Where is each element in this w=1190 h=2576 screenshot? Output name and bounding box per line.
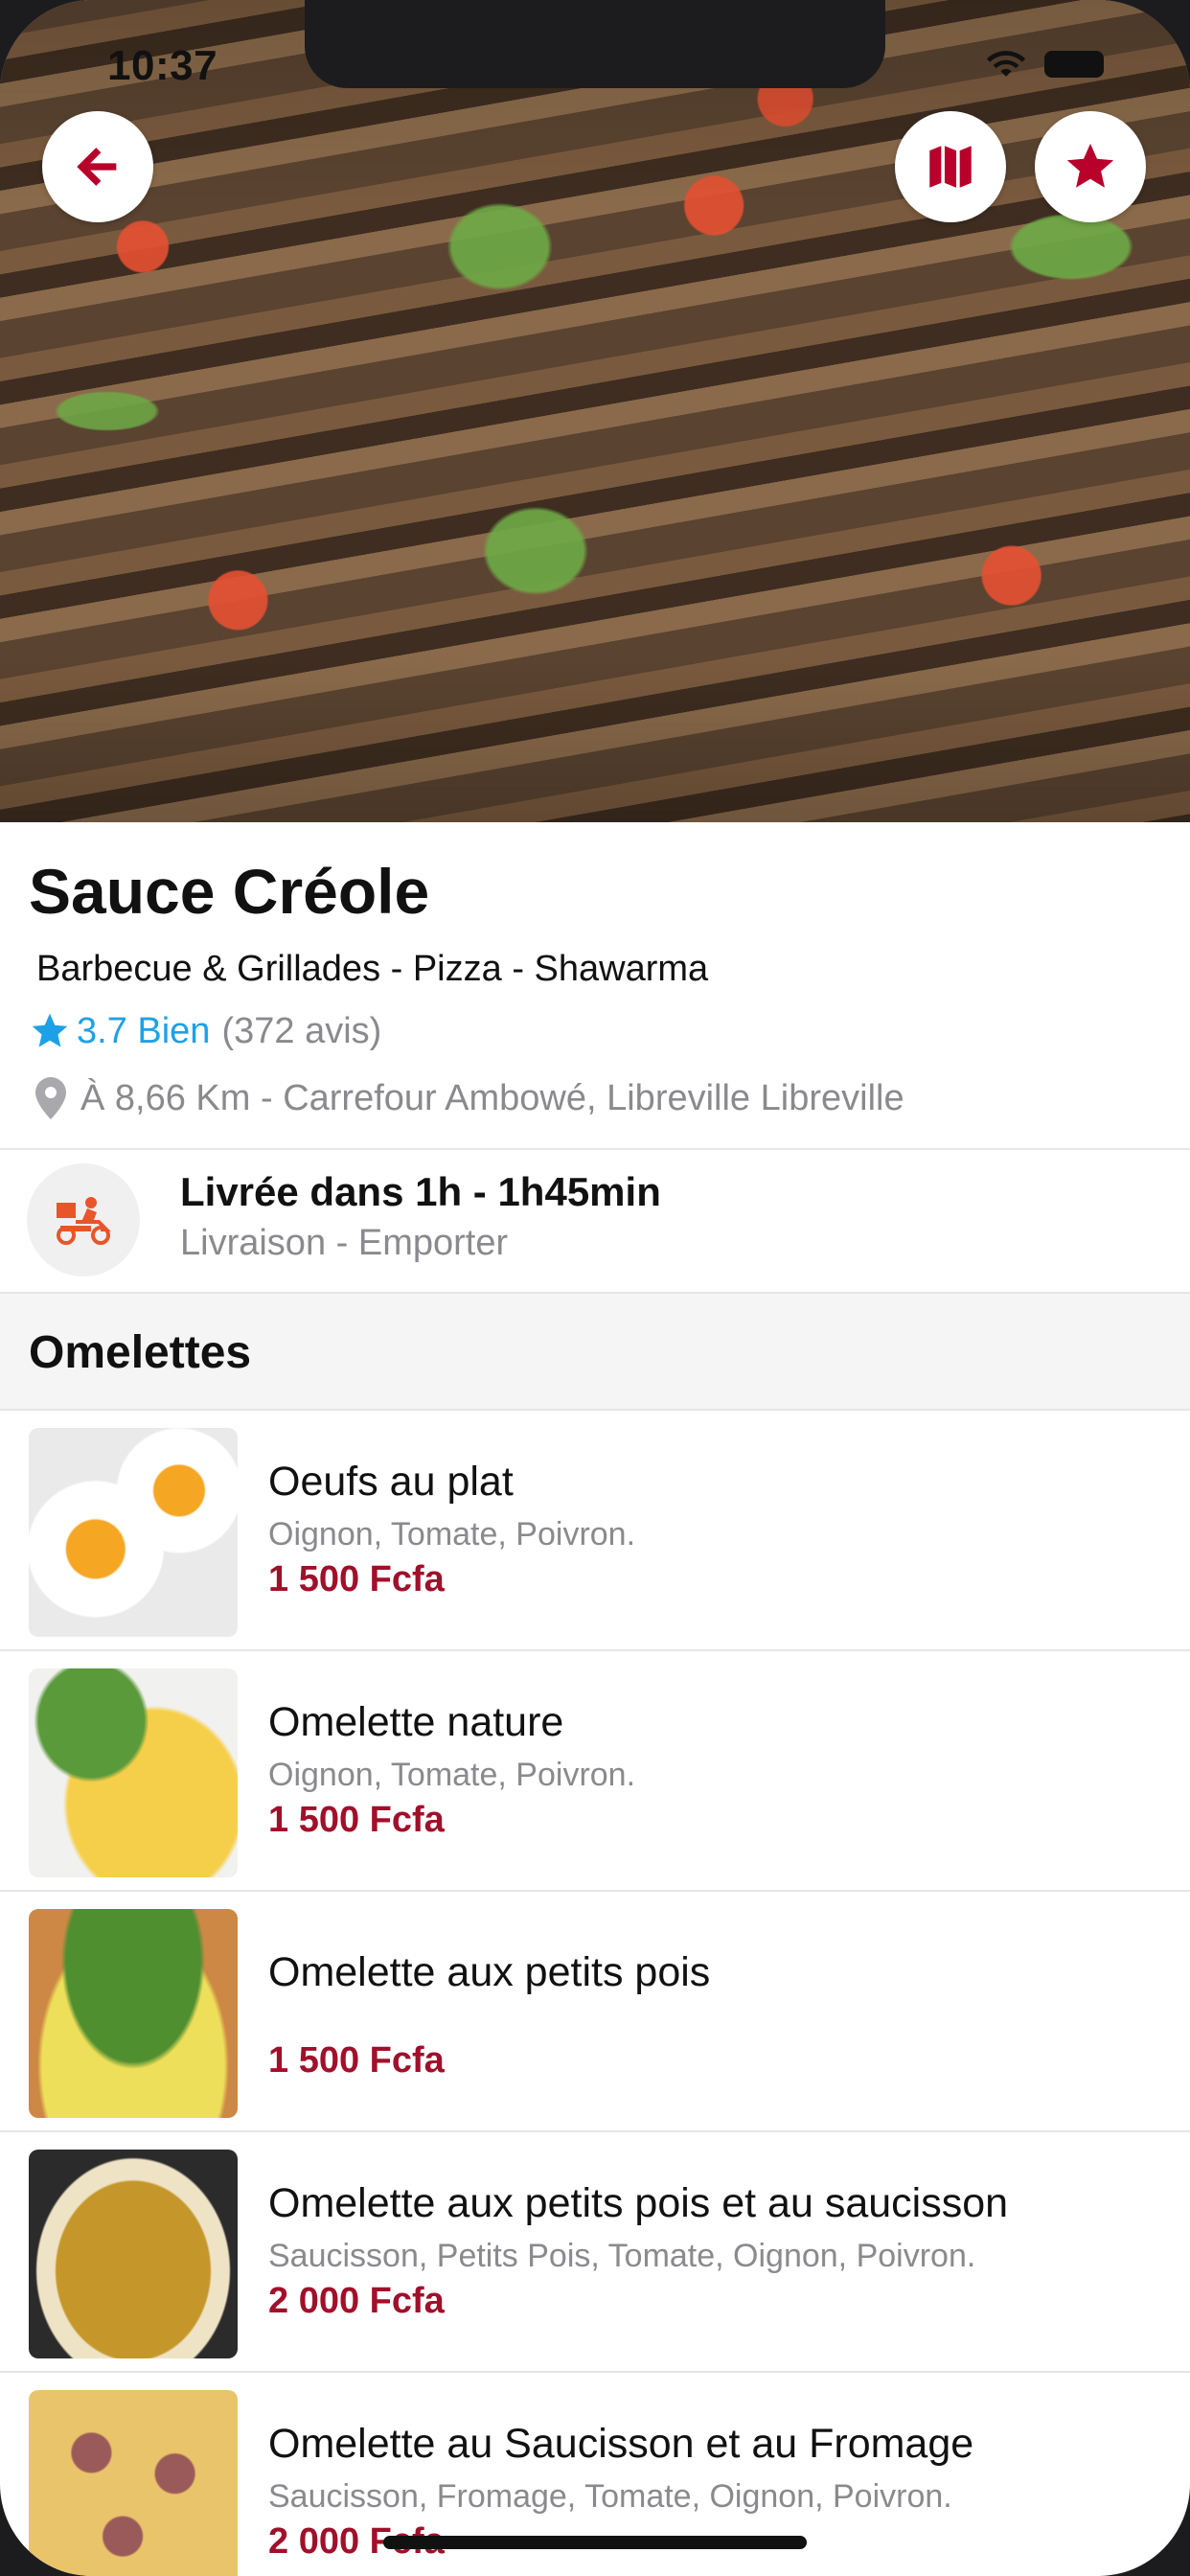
- menu-list: Oeufs au plat Oignon, Tomate, Poivron. 1…: [0, 1411, 1190, 2576]
- location-pin-icon: [35, 1077, 66, 1119]
- menu-item-name: Omelette au Saucisson et au Fromage: [268, 2421, 974, 2467]
- divider: [0, 1148, 1190, 1150]
- delivery-time: Livrée dans 1h - 1h45min: [180, 1169, 661, 1214]
- menu-section-header: Omelettes: [0, 1292, 1190, 1411]
- restaurant-address: À 8,66 Km - Carrefour Ambowé, Libreville…: [34, 1077, 904, 1119]
- menu-item-price: 1 500 Fcfa: [268, 2040, 445, 2081]
- restaurant-name: Sauce Créole: [29, 856, 430, 927]
- menu-item-description: Oignon, Tomate, Poivron.: [268, 1516, 636, 1552]
- menu-item-description: Oignon, Tomate, Poivron.: [268, 1757, 636, 1793]
- status-time: 10:37: [107, 42, 218, 89]
- menu-item-image: [29, 1428, 238, 1637]
- rating-score: 3.7 Bien: [77, 1010, 211, 1051]
- favorite-button[interactable]: [1035, 111, 1146, 222]
- delivery-icon-badge: [27, 1163, 140, 1276]
- wifi-icon: [986, 51, 1026, 77]
- menu-item-price: 1 500 Fcfa: [268, 1800, 445, 1840]
- menu-item[interactable]: Oeufs au plat Oignon, Tomate, Poivron. 1…: [0, 1411, 1190, 1651]
- section-title: Omelettes: [29, 1327, 252, 1378]
- menu-item-description: Saucisson, Fromage, Tomate, Oignon, Poiv…: [268, 2478, 952, 2515]
- menu-item[interactable]: Omelette aux petits pois 1 500 Fcfa: [0, 1892, 1190, 2132]
- menu-item-image: [29, 2390, 238, 2576]
- back-arrow-icon: [77, 148, 117, 186]
- menu-item-description: Saucisson, Petits Pois, Tomate, Oignon, …: [268, 2238, 976, 2274]
- battery-icon: [1044, 51, 1104, 78]
- device-notch: [305, 0, 885, 88]
- map-icon: [929, 146, 972, 188]
- status-icons: [985, 50, 1104, 79]
- menu-item-image: [29, 1668, 238, 1877]
- menu-item-name: Omelette aux petits pois: [268, 1949, 711, 1995]
- rating-star-icon: [32, 1013, 68, 1047]
- menu-item-name: Oeufs au plat: [268, 1459, 514, 1505]
- delivery-modes: Livraison - Emporter: [180, 1223, 509, 1263]
- menu-item[interactable]: Omelette aux petits pois et au saucisson…: [0, 2132, 1190, 2373]
- menu-item-image: [29, 2150, 238, 2358]
- home-indicator[interactable]: [383, 2536, 807, 2549]
- address-text: À 8,66 Km - Carrefour Ambowé, Libreville…: [80, 1077, 904, 1118]
- menu-item-name: Omelette nature: [268, 1699, 564, 1745]
- app-screen: 10:37 Sauce Créole Barbecue & Grillades …: [0, 0, 1190, 2576]
- menu-item[interactable]: Omelette nature Oignon, Tomate, Poivron.…: [0, 1651, 1190, 1892]
- restaurant-rating[interactable]: 3.7 Bien (372 avis): [29, 1010, 381, 1052]
- restaurant-cover-image: [0, 0, 1190, 822]
- back-button[interactable]: [42, 111, 153, 222]
- menu-item-name: Omelette aux petits pois et au saucisson: [268, 2180, 1009, 2226]
- map-button[interactable]: [895, 111, 1006, 222]
- menu-item-image: [29, 1909, 238, 2118]
- restaurant-categories: Barbecue & Grillades - Pizza - Shawarma: [36, 949, 709, 989]
- menu-item-price: 2 000 Fcfa: [268, 2281, 445, 2321]
- rating-count: (372 avis): [221, 1010, 382, 1051]
- star-icon: [1066, 143, 1114, 188]
- delivery-scooter-icon: [57, 1197, 111, 1245]
- menu-item-price: 1 500 Fcfa: [268, 1559, 445, 1599]
